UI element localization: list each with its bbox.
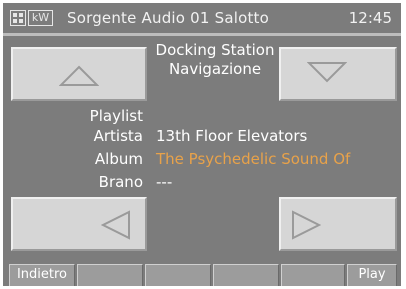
clock: 12:45 <box>348 9 392 27</box>
source-mode: Navigazione <box>168 60 262 78</box>
source-name: Docking Station <box>155 41 275 59</box>
back-button[interactable]: Indietro <box>9 264 75 286</box>
kw-icon[interactable]: kW <box>28 10 53 26</box>
album-label: Album <box>94 150 143 168</box>
softkey-2[interactable] <box>77 264 143 286</box>
triangle-down-icon <box>307 62 347 83</box>
next-button[interactable] <box>279 197 397 251</box>
track-value: --- <box>156 173 173 191</box>
scroll-down-button[interactable] <box>279 47 397 101</box>
artist-label: Artista <box>93 127 143 145</box>
audio-source-panel: kW Sorgente Audio 01 Salotto 12:45 Docki… <box>3 3 401 286</box>
triangle-up-icon <box>59 65 99 86</box>
softkey-4[interactable] <box>213 264 279 286</box>
artist-value: 13th Floor Elevators <box>156 127 308 145</box>
softkey-5[interactable] <box>281 264 345 286</box>
title-bar: kW Sorgente Audio 01 Salotto 12:45 <box>3 3 401 36</box>
scroll-up-button[interactable] <box>11 47 147 101</box>
triangle-left-icon <box>101 210 130 240</box>
screen: kW Sorgente Audio 01 Salotto 12:45 Docki… <box>0 0 406 289</box>
softkey-3[interactable] <box>145 264 211 286</box>
track-label: Brano <box>98 173 143 191</box>
grid-icon[interactable] <box>10 10 26 26</box>
album-value: The Psychedelic Sound Of <box>156 150 351 168</box>
window-title: Sorgente Audio 01 Salotto <box>67 9 269 27</box>
play-button[interactable]: Play <box>347 264 397 286</box>
triangle-right-icon <box>292 210 321 240</box>
previous-button[interactable] <box>11 197 147 251</box>
playlist-label: Playlist <box>89 107 143 125</box>
